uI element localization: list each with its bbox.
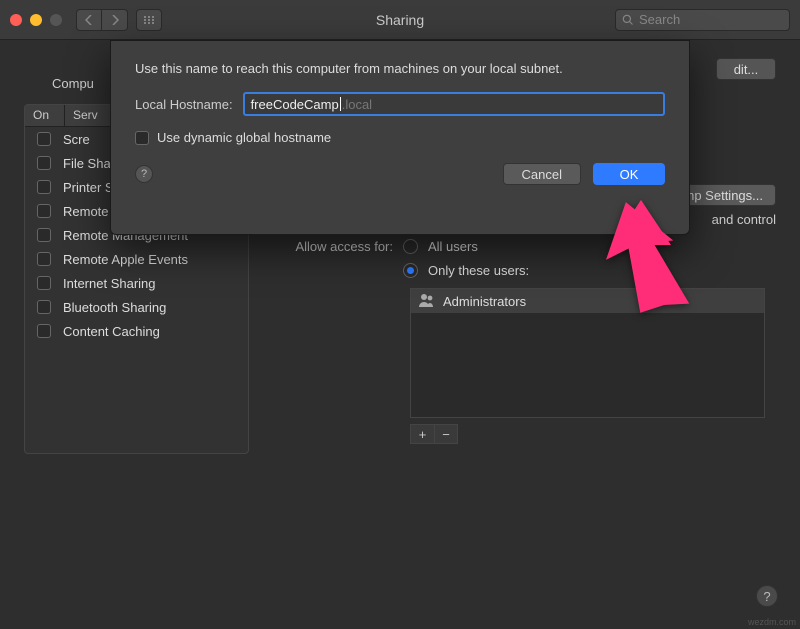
sheet-help-button[interactable]: ? bbox=[135, 165, 153, 183]
traffic-lights bbox=[10, 14, 62, 26]
search-input[interactable]: Search bbox=[615, 9, 790, 31]
hostname-input[interactable]: freeCodeCamp.local bbox=[243, 92, 665, 116]
help-button[interactable]: ? bbox=[756, 585, 778, 607]
hostname-value: freeCodeCamp bbox=[251, 97, 339, 112]
service-label: Bluetooth Sharing bbox=[63, 300, 166, 315]
user-name: Administrators bbox=[443, 294, 526, 309]
radio-all-users-label: All users bbox=[428, 239, 478, 254]
service-row[interactable]: Remote Apple Events bbox=[25, 247, 248, 271]
service-checkbox[interactable] bbox=[37, 132, 51, 146]
hostname-sheet: Use this name to reach this computer fro… bbox=[110, 40, 690, 235]
zoom-window-icon[interactable] bbox=[50, 14, 62, 26]
show-all-button[interactable] bbox=[136, 9, 162, 31]
sheet-message: Use this name to reach this computer fro… bbox=[135, 61, 665, 76]
dynamic-hostname-label: Use dynamic global hostname bbox=[157, 130, 331, 145]
col-on: On bbox=[25, 105, 65, 126]
hostname-label: Local Hostname: bbox=[135, 97, 233, 112]
user-list-buttons: + − bbox=[410, 424, 776, 444]
service-label: Content Caching bbox=[63, 324, 160, 339]
minimize-window-icon[interactable] bbox=[30, 14, 42, 26]
remove-user-button[interactable]: − bbox=[434, 424, 458, 444]
cancel-button[interactable]: Cancel bbox=[503, 163, 581, 185]
forward-button[interactable] bbox=[102, 9, 128, 31]
users-icon bbox=[419, 293, 435, 310]
text-cursor bbox=[340, 97, 341, 111]
watermark: wezdm.com bbox=[748, 617, 796, 627]
access-section: Allow access for: All users Only these u… bbox=[263, 234, 776, 444]
add-user-button[interactable]: + bbox=[410, 424, 434, 444]
service-checkbox[interactable] bbox=[37, 300, 51, 314]
service-label: Scre bbox=[63, 132, 90, 147]
service-row[interactable]: Bluetooth Sharing bbox=[25, 295, 248, 319]
access-label: Allow access for: bbox=[263, 239, 393, 254]
search-placeholder: Search bbox=[639, 12, 680, 27]
service-checkbox[interactable] bbox=[37, 156, 51, 170]
service-checkbox[interactable] bbox=[37, 180, 51, 194]
service-checkbox[interactable] bbox=[37, 324, 51, 338]
user-row[interactable]: Administrators bbox=[411, 289, 764, 313]
service-checkbox[interactable] bbox=[37, 252, 51, 266]
radio-only-users[interactable] bbox=[403, 263, 418, 278]
service-row[interactable]: Internet Sharing bbox=[25, 271, 248, 295]
close-window-icon[interactable] bbox=[10, 14, 22, 26]
computer-name-label: Compu bbox=[52, 76, 94, 91]
radio-all-users[interactable] bbox=[403, 239, 418, 254]
ok-button[interactable]: OK bbox=[593, 163, 665, 185]
service-checkbox[interactable] bbox=[37, 276, 51, 290]
service-label: Remote Apple Events bbox=[63, 252, 188, 267]
edit-hostname-button[interactable]: dit... bbox=[716, 58, 776, 80]
radio-only-users-label: Only these users: bbox=[428, 263, 529, 278]
back-button[interactable] bbox=[76, 9, 102, 31]
window-toolbar: Sharing Search bbox=[0, 0, 800, 40]
service-label: Internet Sharing bbox=[63, 276, 156, 291]
window-title: Sharing bbox=[376, 12, 424, 28]
dynamic-hostname-checkbox[interactable] bbox=[135, 131, 149, 145]
nav-buttons bbox=[76, 9, 128, 31]
hostname-suffix: .local bbox=[342, 97, 372, 112]
service-row[interactable]: Content Caching bbox=[25, 319, 248, 343]
search-icon bbox=[622, 14, 634, 26]
user-list[interactable]: Administrators bbox=[410, 288, 765, 418]
service-checkbox[interactable] bbox=[37, 204, 51, 218]
status-text-fragment: and control bbox=[712, 212, 776, 227]
service-checkbox[interactable] bbox=[37, 228, 51, 242]
